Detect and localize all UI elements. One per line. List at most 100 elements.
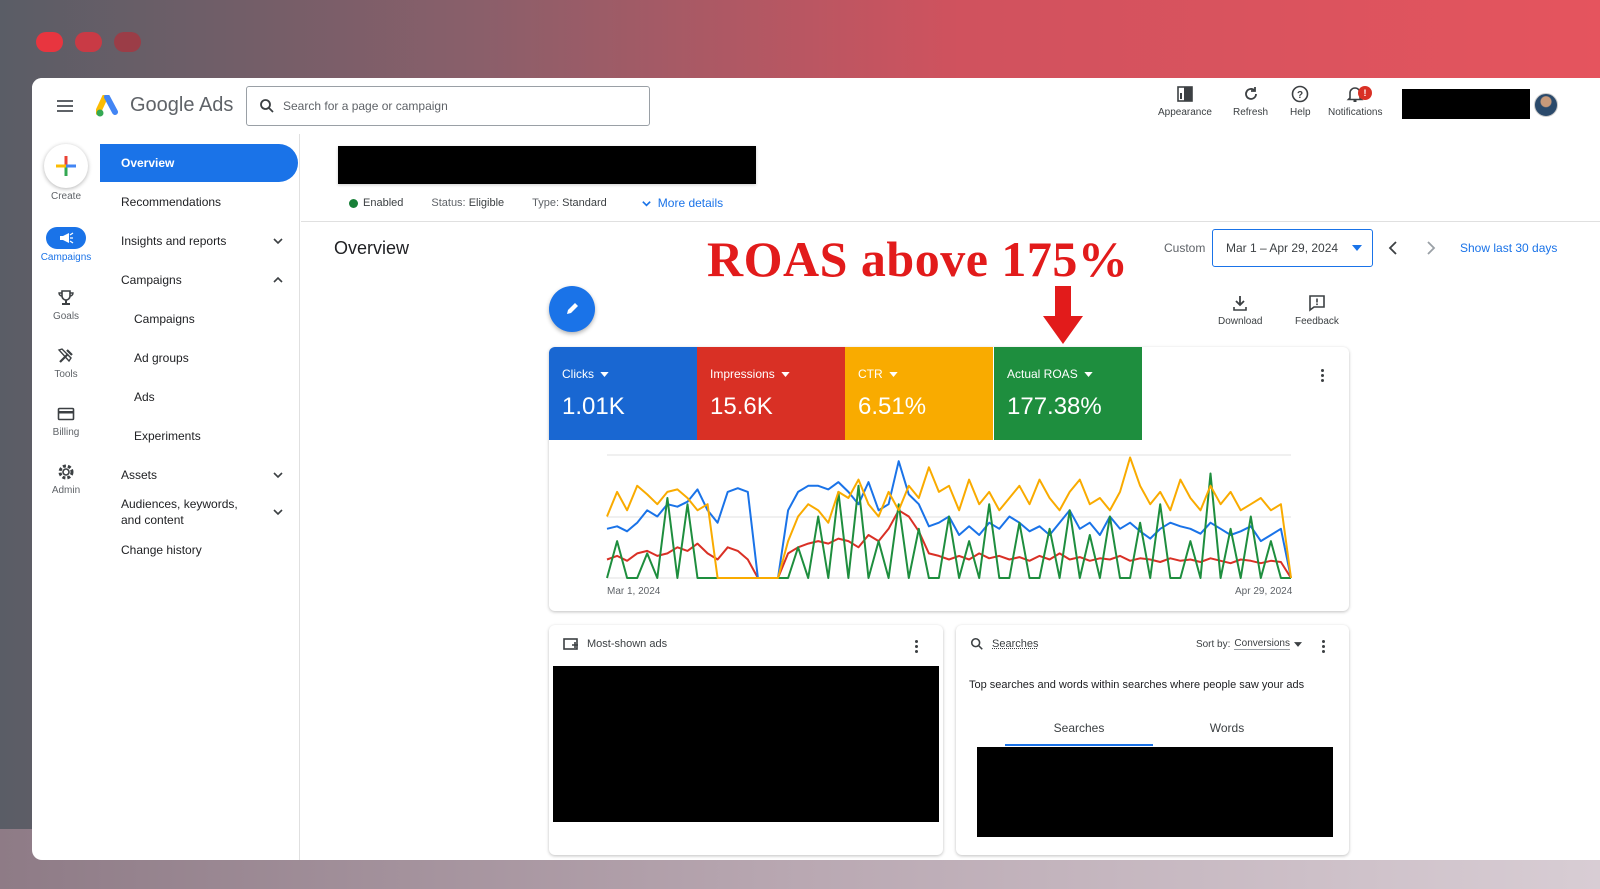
rail-billing[interactable]: Billing — [32, 404, 100, 438]
search-input[interactable]: Search for a page or campaign — [246, 86, 650, 126]
date-range-picker[interactable]: Mar 1 – Apr 29, 2024 — [1212, 229, 1373, 267]
create-button[interactable] — [44, 144, 88, 188]
next-period-icon[interactable] — [1425, 240, 1437, 256]
appearance-icon — [1177, 86, 1193, 102]
nav-campaigns-group[interactable]: Campaigns — [100, 261, 298, 299]
notifications-button[interactable]: ! Notifications — [1328, 84, 1382, 118]
edit-button[interactable] — [549, 286, 595, 332]
feedback-icon — [1309, 295, 1325, 312]
more-options-icon[interactable] — [1322, 640, 1325, 653]
more-options-icon[interactable] — [1321, 369, 1324, 382]
performance-chart — [606, 454, 1292, 579]
nav-audiences[interactable]: Audiences, keywords, and content — [100, 493, 298, 531]
red-arrow-icon — [1043, 286, 1083, 344]
previous-period-icon[interactable] — [1387, 240, 1399, 256]
active-tab-indicator — [1005, 744, 1153, 746]
metric-value: 1.01K — [562, 393, 625, 420]
more-options-icon[interactable] — [915, 640, 918, 653]
appearance-button[interactable]: Appearance — [1158, 84, 1212, 118]
refresh-button[interactable]: Refresh — [1233, 84, 1268, 118]
metric-name: Actual ROAS — [1007, 367, 1078, 381]
nav-label: Assets — [121, 468, 158, 482]
more-details-link[interactable]: More details — [641, 196, 723, 210]
tab-words[interactable]: Words — [1153, 721, 1301, 735]
rail-label-admin: Admin — [51, 485, 81, 496]
close-dot[interactable] — [36, 32, 63, 52]
help-button[interactable]: ? Help — [1290, 84, 1311, 118]
rail-label-goals: Goals — [52, 311, 80, 322]
performance-card: Clicks 1.01K Impressions 15.6K CTR 6.51%… — [549, 347, 1349, 611]
nav-overview[interactable]: Overview — [100, 144, 298, 182]
tools-icon — [57, 348, 73, 363]
sort-by-label: Sort by: — [1195, 638, 1231, 650]
top-bar: Google Ads Search for a page or campaign… — [32, 78, 1600, 134]
nav-change-history[interactable]: Change history — [100, 531, 298, 569]
nav-label: Insights and reports — [121, 234, 227, 248]
page-title: Overview — [334, 238, 410, 258]
chevron-down-icon — [273, 238, 283, 245]
gear-icon — [58, 464, 74, 480]
nav-assets[interactable]: Assets — [100, 456, 298, 494]
nav-ad-groups[interactable]: Ad groups — [100, 339, 298, 377]
dropdown-caret-icon — [600, 371, 609, 377]
metric-tile-clicks[interactable]: Clicks 1.01K — [549, 347, 697, 440]
x-axis-start-label: Mar 1, 2024 — [607, 586, 661, 597]
rail-goals[interactable]: Goals — [32, 288, 100, 322]
nav-insights-and-reports[interactable]: Insights and reports — [100, 222, 298, 260]
nav-label: Audiences, keywords, and content — [121, 497, 238, 527]
metric-tile-impressions[interactable]: Impressions 15.6K — [697, 347, 845, 440]
rail-campaigns[interactable]: Campaigns — [32, 227, 100, 263]
type-label: Type: — [532, 197, 560, 209]
nav-label: Overview — [121, 156, 175, 170]
metric-tile-actual-roas[interactable]: Actual ROAS 177.38% — [994, 347, 1142, 440]
metric-tile-ctr[interactable]: CTR 6.51% — [845, 347, 993, 440]
status-value: Eligible — [468, 197, 505, 209]
left-rail: Create Campaigns Goals Tools Billing Adm… — [32, 134, 100, 860]
nav-recommendations[interactable]: Recommendations — [100, 183, 298, 221]
redacted-campaign-name — [338, 146, 756, 184]
chevron-up-icon — [273, 276, 283, 283]
rail-admin[interactable]: Admin — [32, 462, 100, 496]
window-controls — [36, 32, 141, 52]
enabled-dot-icon — [349, 198, 358, 208]
enabled-text: Enabled — [363, 197, 404, 209]
campaign-status-row: Enabled Status: Eligible Type: Standard … — [349, 196, 723, 210]
roas-annotation: ROAS above 175% — [707, 231, 1129, 287]
sort-by-control[interactable]: Sort by: Conversions — [1196, 638, 1302, 650]
nav-ads[interactable]: Ads — [100, 378, 298, 416]
more-details-label: More details — [657, 196, 724, 210]
nav-campaigns[interactable]: Campaigns — [100, 300, 298, 338]
trophy-icon — [58, 290, 74, 305]
download-button[interactable]: Download — [1218, 294, 1262, 327]
rail-label-campaigns: Campaigns — [40, 252, 92, 263]
x-axis-end-label: Apr 29, 2024 — [1235, 586, 1293, 597]
searches-card-header: Searches — [970, 637, 1038, 651]
rail-create[interactable]: Create — [32, 144, 100, 202]
avatar[interactable] — [1534, 93, 1558, 117]
tab-searches[interactable]: Searches — [1005, 721, 1153, 735]
google-ads-logo[interactable]: Google Ads — [96, 94, 233, 117]
google-ads-logo-icon — [96, 94, 118, 116]
card-icon — [57, 407, 75, 421]
nav-experiments[interactable]: Experiments — [100, 417, 298, 455]
searches-card-title[interactable]: Searches — [992, 638, 1038, 650]
rail-tools[interactable]: Tools — [32, 346, 100, 380]
date-range-value: Mar 1 – Apr 29, 2024 — [1226, 241, 1339, 255]
main-content: Enabled Status: Eligible Type: Standard … — [301, 134, 1600, 860]
browser-window: Google Ads Search for a page or campaign… — [32, 78, 1600, 860]
metric-name: Clicks — [562, 367, 594, 381]
dropdown-caret-icon — [1352, 245, 1362, 251]
chevron-down-icon — [642, 200, 651, 207]
show-last-30-days-link[interactable]: Show last 30 days — [1460, 241, 1557, 255]
menu-icon[interactable] — [57, 100, 73, 112]
dropdown-caret-icon — [1084, 371, 1093, 377]
nav-label: Experiments — [134, 429, 201, 443]
sort-by-value: Conversions — [1234, 638, 1290, 650]
appearance-label: Appearance — [1158, 107, 1212, 118]
campaign-header: Enabled Status: Eligible Type: Standard … — [301, 134, 1600, 222]
minimize-dot[interactable] — [75, 32, 102, 52]
feedback-button[interactable]: Feedback — [1295, 294, 1339, 327]
search-icon — [260, 99, 274, 113]
maximize-dot[interactable] — [114, 32, 141, 52]
search-placeholder: Search for a page or campaign — [283, 99, 448, 113]
